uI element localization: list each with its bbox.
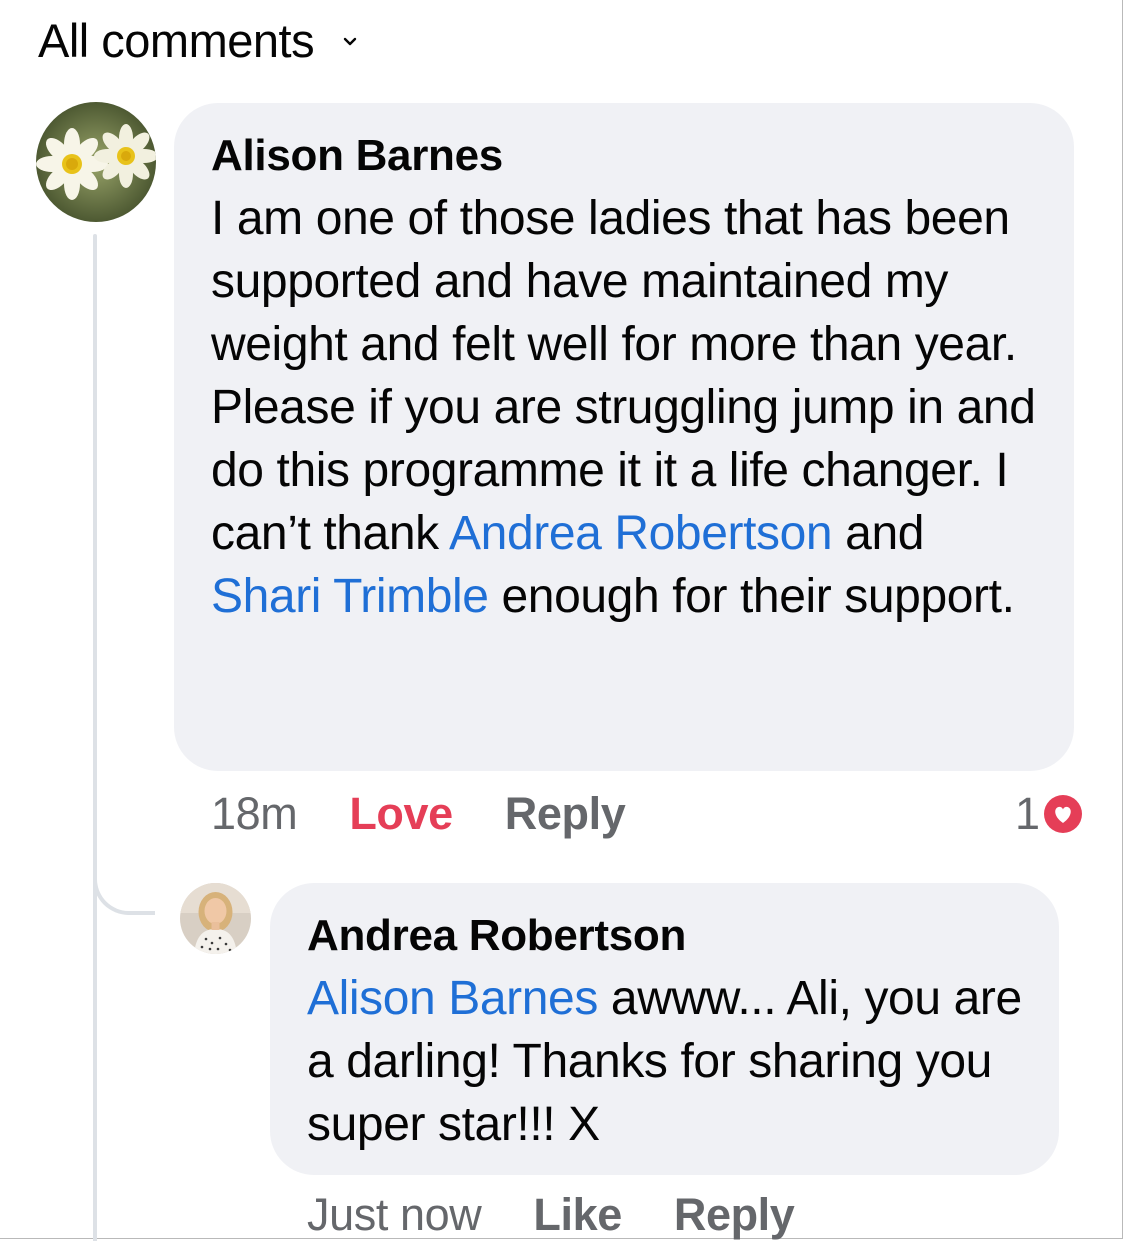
love-button[interactable]: Love [349, 788, 453, 840]
comment-actions: 18m Love Reply [211, 785, 626, 843]
thread-line [93, 234, 97, 1241]
reply-button[interactable]: Reply [674, 1189, 795, 1241]
comment-text-part: I am one of those ladies that has been s… [211, 192, 1036, 560]
comment-timestamp[interactable]: 18m [211, 788, 298, 840]
reply-author[interactable]: Andrea Robertson [307, 907, 1029, 965]
comment-bubble: Alison Barnes I am one of those ladies t… [174, 103, 1074, 771]
reply-text: Alison Barnes awww... Ali, you are a dar… [307, 967, 1029, 1156]
reaction-count: 1 [1015, 788, 1041, 839]
comment-author[interactable]: Alison Barnes [211, 127, 1044, 185]
daisy-flowers-avatar-icon [36, 102, 156, 222]
chevron-down-icon[interactable] [342, 34, 358, 50]
avatar[interactable] [36, 102, 156, 222]
reply-bubble: Andrea Robertson Alison Barnes awww... A… [270, 883, 1059, 1175]
profile-photo-avatar-icon [180, 883, 251, 954]
love-heart-icon [1043, 794, 1083, 834]
like-button[interactable]: Like [533, 1189, 622, 1241]
avatar[interactable] [180, 883, 251, 954]
comments-filter-label: All comments [38, 13, 315, 67]
thread-branch-connector [93, 870, 155, 915]
mention-link[interactable]: Andrea Robertson [449, 507, 833, 560]
reply-button[interactable]: Reply [505, 788, 626, 840]
reply-timestamp[interactable]: Just now [307, 1189, 482, 1241]
mention-link[interactable]: Shari Trimble [211, 570, 489, 623]
comments-filter[interactable]: All comments [38, 10, 358, 70]
comment-text-part: and [832, 507, 925, 560]
mention-link[interactable]: Alison Barnes [307, 972, 598, 1025]
reaction-summary[interactable]: 1 [1015, 785, 1083, 843]
comment-text: I am one of those ladies that has been s… [211, 187, 1044, 628]
comment-text-part: enough for their support. [488, 570, 1015, 623]
reply-actions: Just now Like Reply [307, 1186, 795, 1241]
comments-panel: All comments Alison Barnes I am one of t… [0, 0, 1123, 1241]
